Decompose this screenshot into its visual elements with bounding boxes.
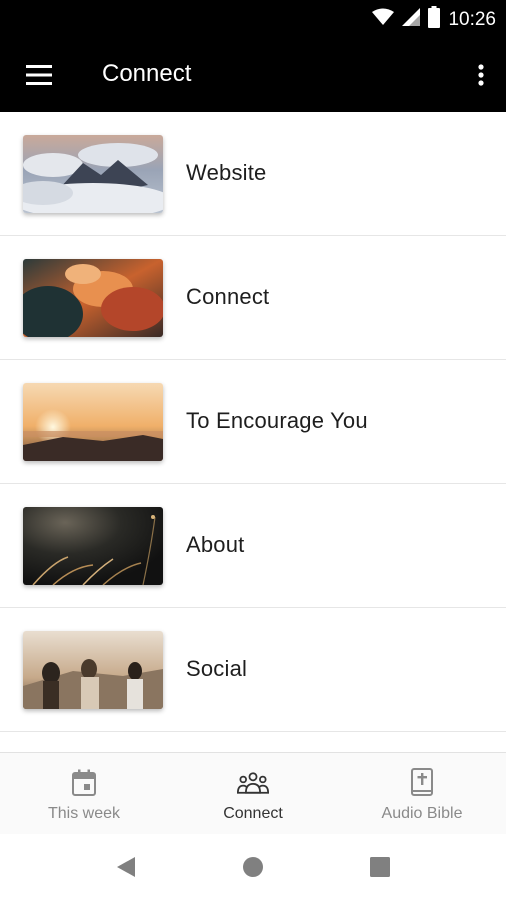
signal-icon [402,8,421,31]
recents-square-icon[interactable] [365,852,395,882]
page-title: Connect [102,60,192,87]
night-grass-photo [23,507,163,585]
list-item-label: Social [186,656,248,681]
list-item-about[interactable]: About [0,484,506,608]
status-bar: 10:26 [0,0,506,38]
status-time: 10:26 [448,8,496,30]
sunrise-horizon-photo [23,383,163,461]
list-item-social[interactable]: Social [0,608,506,732]
bottom-navigation: This week Connect Audio Bible [0,752,506,835]
tab-label: This week [47,805,121,822]
sunset-clouds-photo [23,259,163,337]
back-triangle-icon[interactable] [111,852,141,882]
tab-label: Connect [223,805,283,822]
tab-label: Audio Bible [381,805,463,822]
status-icons: 10:26 [372,6,496,33]
link-list: Website Connect To Encourage You About S… [0,112,506,752]
system-navigation-bar [0,834,506,900]
battery-icon [428,6,441,33]
tab-this-week[interactable]: This week [0,753,168,835]
tab-audio-bible[interactable]: Audio Bible [338,753,506,835]
more-vertical-icon[interactable] [468,51,494,99]
tab-connect[interactable]: Connect [169,753,337,835]
bible-book-icon [406,767,438,799]
friends-outdoors-photo [23,631,163,709]
app-bar: Connect [0,38,506,112]
group-people-icon [237,767,269,799]
list-item-label: About [186,532,245,557]
list-item-website[interactable]: Website [0,112,506,236]
hamburger-menu-icon[interactable] [14,51,64,99]
home-circle-icon[interactable] [238,852,268,882]
list-item-label: Connect [186,284,270,309]
calendar-icon [68,767,100,799]
list-item-to-encourage-you[interactable]: To Encourage You [0,360,506,484]
wifi-icon [372,8,395,31]
clouds-mountain-photo [23,135,163,213]
list-item-connect[interactable]: Connect [0,236,506,360]
list-item-label: To Encourage You [186,408,368,433]
list-item-label: Website [186,160,267,185]
